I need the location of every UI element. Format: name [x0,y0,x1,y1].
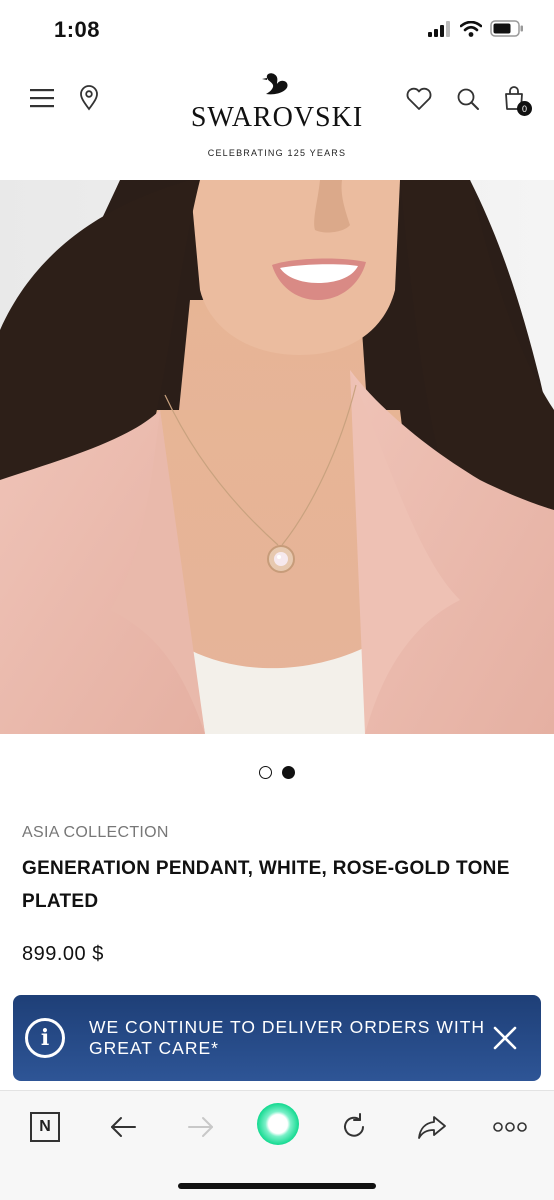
delivery-notice-banner[interactable]: i WE CONTINUE TO DELIVER ORDERS WITH GRE… [13,995,541,1081]
home-indicator[interactable] [178,1183,376,1189]
carousel-dot[interactable] [259,766,272,779]
site-header: SWAROVSKI CELEBRATING 125 YEARS 0 [0,60,554,178]
banner-message: WE CONTINUE TO DELIVER ORDERS WITH GREAT… [89,1017,486,1058]
cart-count-badge: 0 [517,101,532,116]
info-icon: i [25,1018,65,1058]
share-icon[interactable] [412,1107,452,1147]
home-orb-icon[interactable] [256,1102,300,1146]
search-icon[interactable] [454,85,482,113]
wifi-icon [460,20,482,37]
tabs-n-icon[interactable]: N [25,1107,65,1147]
status-time: 1:08 [54,17,101,42]
carousel-dots [0,766,554,779]
product-collection[interactable]: ASIA COLLECTION [22,824,169,842]
product-price: 899.00 $ [22,943,104,965]
carousel-dot-active[interactable] [282,766,295,779]
status-icons [428,20,524,37]
brand-tagline: CELEBRATING 125 YEARS [207,148,347,158]
more-icon[interactable] [488,1107,532,1147]
brand-logo[interactable]: SWAROVSKI CELEBRATING 125 YEARS [0,70,554,158]
status-bar: 1:08 [0,0,554,60]
close-icon[interactable] [491,1024,519,1052]
shopping-bag-icon[interactable]: 0 [502,84,532,116]
reload-icon[interactable] [334,1107,374,1147]
product-title: GENERATION PENDANT, WHITE, ROSE-GOLD TON… [22,858,510,912]
wishlist-heart-icon[interactable] [404,85,434,113]
back-arrow-icon[interactable] [103,1107,143,1147]
battery-icon [490,20,523,37]
signal-icon [428,20,450,37]
product-image[interactable] [0,180,554,734]
browser-toolbar: N [0,1090,554,1200]
forward-arrow-icon[interactable] [181,1107,221,1147]
